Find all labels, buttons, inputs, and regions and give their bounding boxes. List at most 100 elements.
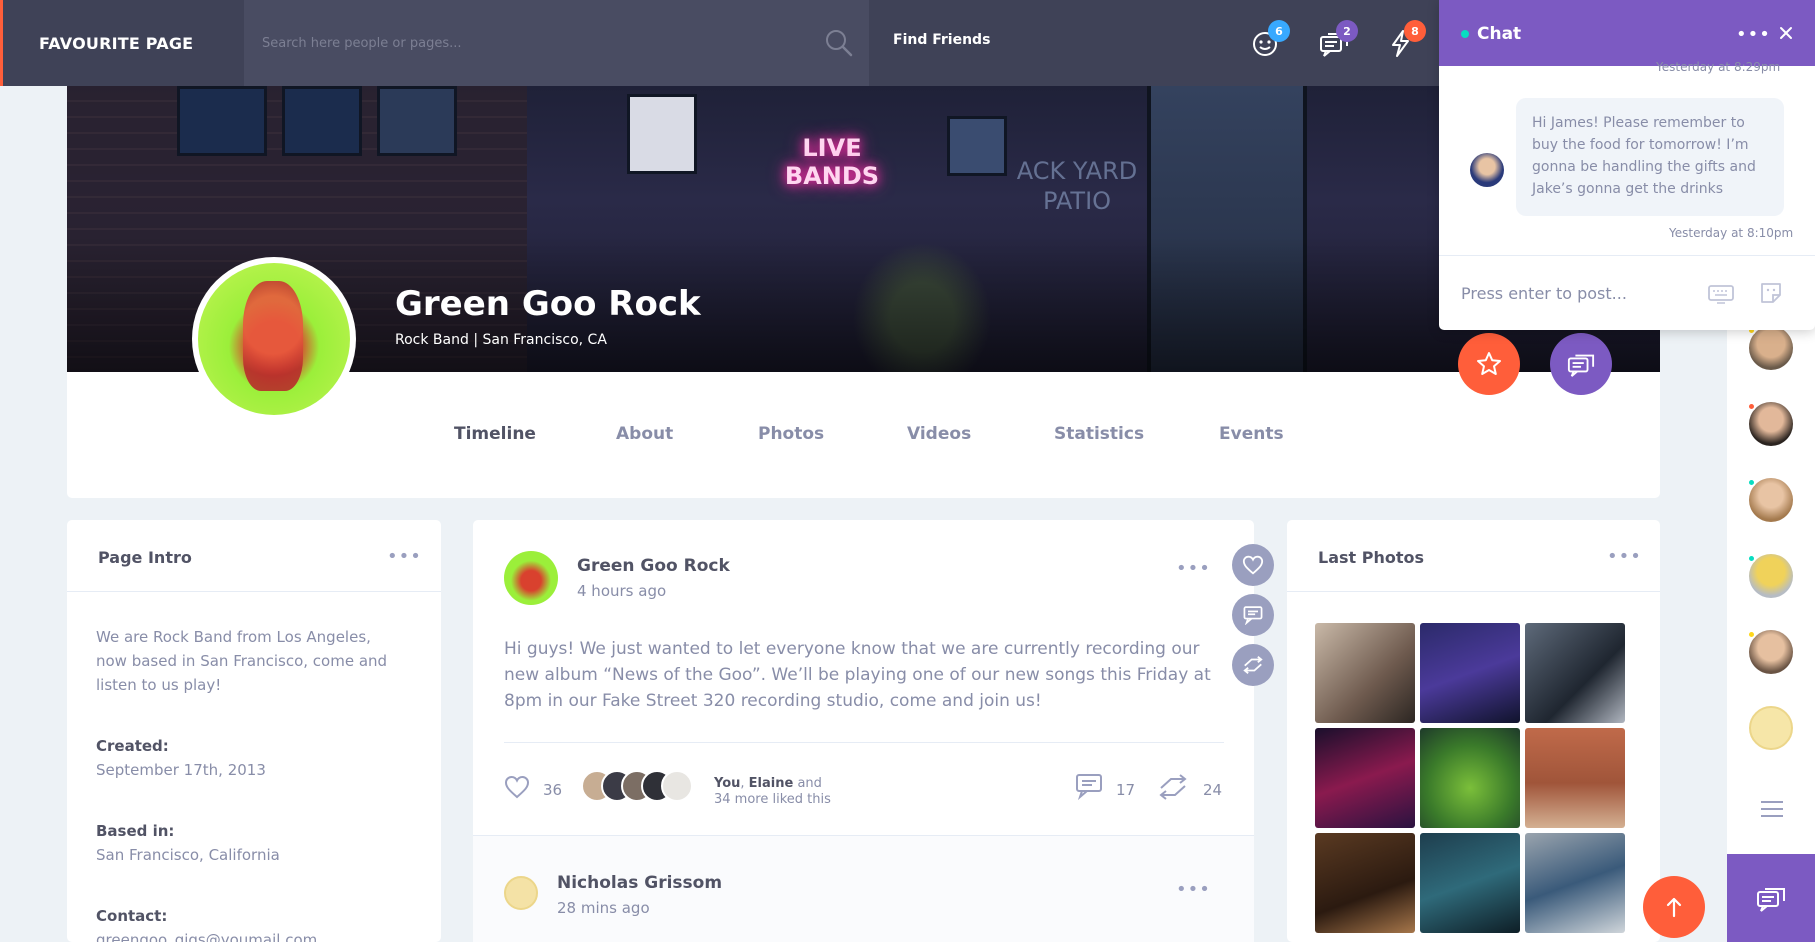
messages-button[interactable]: 2 <box>1318 20 1358 62</box>
comment-side-button[interactable] <box>1232 594 1274 636</box>
back-to-top-button[interactable] <box>1643 876 1705 938</box>
liker-avatar[interactable] <box>661 770 693 802</box>
photo-thumbnail[interactable] <box>1420 728 1520 828</box>
settings-lines-icon[interactable] <box>1759 798 1785 820</box>
page-title: FAVOURITE PAGE <box>0 0 244 86</box>
page-intro-card: Page Intro ••• We are Rock Band from Los… <box>67 520 441 942</box>
divider <box>504 742 1224 743</box>
photo-thumbnail[interactable] <box>1315 728 1415 828</box>
patio-sign: ACK YARD PATIO <box>1016 157 1138 215</box>
notifications-button[interactable]: 8 <box>1386 20 1426 62</box>
favourite-button[interactable] <box>1458 333 1520 395</box>
friend-avatar[interactable] <box>1747 402 1793 446</box>
friend-requests-button[interactable]: 6 <box>1250 20 1290 62</box>
open-chat-button[interactable] <box>1727 854 1815 942</box>
chat-input-area <box>1439 255 1815 330</box>
chat-message: Hi James! Please remember to buy the foo… <box>1516 98 1784 216</box>
contact-value[interactable]: greengoo_gigs@youmail.com <box>96 928 406 942</box>
status-indicator <box>1747 630 1756 639</box>
messages-badge: 2 <box>1336 20 1358 42</box>
shares-count: 24 <box>1203 781 1223 799</box>
chat-bubbles-icon <box>1567 354 1595 377</box>
like-button[interactable] <box>504 775 530 799</box>
post-time: 4 hours ago <box>577 582 667 600</box>
more-options-icon[interactable]: ••• <box>1176 560 1211 578</box>
profile-subtitle: Rock Band | San Francisco, CA <box>395 332 607 348</box>
friend-avatar[interactable] <box>1747 326 1793 370</box>
comments-count: 17 <box>1116 781 1136 799</box>
heart-icon <box>504 775 530 799</box>
based-in-label: Based in: <box>96 822 175 840</box>
post-card: Green Goo Rock 4 hours ago ••• Hi guys! … <box>473 520 1254 942</box>
photo-thumbnail[interactable] <box>1420 623 1520 723</box>
avatar[interactable] <box>504 876 538 910</box>
find-friends-link[interactable]: Find Friends <box>893 32 990 48</box>
based-in-value: San Francisco, California <box>96 846 280 864</box>
photo-thumbnail[interactable] <box>1525 623 1625 723</box>
share-arrows-icon <box>1159 774 1187 800</box>
status-indicator <box>1747 554 1756 563</box>
friend-requests-badge: 6 <box>1268 20 1290 42</box>
share-side-button[interactable] <box>1232 644 1274 686</box>
contact-label: Contact: <box>96 907 168 925</box>
likes-count: 36 <box>543 781 563 799</box>
photo-thumbnail[interactable] <box>1525 728 1625 828</box>
arrow-up-icon <box>1666 897 1682 918</box>
chat-title: Chat <box>1477 24 1522 44</box>
profile-avatar[interactable] <box>192 257 356 421</box>
share-button[interactable] <box>1157 774 1189 800</box>
avatar[interactable] <box>504 551 558 605</box>
message-time: Yesterday at 8:29pm <box>1656 60 1781 74</box>
more-options-icon[interactable]: ••• <box>1607 548 1642 566</box>
heart-icon <box>1242 555 1264 575</box>
photo-thumbnail[interactable] <box>1525 833 1625 933</box>
star-icon <box>1477 352 1501 375</box>
tab-timeline[interactable]: Timeline <box>454 424 536 444</box>
status-indicator <box>1747 478 1756 487</box>
tab-about[interactable]: About <box>616 424 673 444</box>
post-author[interactable]: Green Goo Rock <box>577 556 730 576</box>
status-indicator <box>1461 30 1469 38</box>
last-photos-card: Last Photos ••• <box>1287 520 1660 942</box>
close-icon[interactable] <box>1777 24 1795 42</box>
search-input[interactable] <box>262 28 822 58</box>
friend-avatar[interactable] <box>1747 630 1793 674</box>
like-side-button[interactable] <box>1232 544 1274 586</box>
comment-icon <box>1243 606 1263 625</box>
message-page-button[interactable] <box>1550 333 1612 395</box>
sticker-icon[interactable] <box>1759 281 1783 305</box>
comment-time: 28 mins ago <box>557 899 650 917</box>
neon-sign: LIVE BANDS <box>784 134 880 190</box>
search-icon[interactable] <box>824 28 854 58</box>
keyboard-icon[interactable] <box>1707 283 1735 305</box>
friend-avatar[interactable] <box>1749 706 1793 750</box>
more-options-icon[interactable]: ••• <box>1736 26 1771 44</box>
search-bar <box>244 0 869 86</box>
photo-thumbnail[interactable] <box>1315 833 1415 933</box>
notifications-badge: 8 <box>1404 20 1426 42</box>
tab-events[interactable]: Events <box>1219 424 1284 444</box>
comment-button[interactable] <box>1074 772 1104 800</box>
more-options-icon[interactable]: ••• <box>1176 881 1211 899</box>
friend-avatar[interactable] <box>1747 554 1793 598</box>
profile-name: Green Goo Rock <box>395 284 701 324</box>
comment-item: Nicholas Grissom 28 mins ago ••• <box>473 835 1254 942</box>
comment-author[interactable]: Nicholas Grissom <box>557 873 722 893</box>
photo-thumbnail[interactable] <box>1420 833 1520 933</box>
intro-description: We are Rock Band from Los Angeles, now b… <box>96 628 388 694</box>
post-text: Hi guys! We just wanted to let everyone … <box>504 639 1211 711</box>
chat-header: Chat ••• <box>1439 0 1815 66</box>
tab-photos[interactable]: Photos <box>758 424 824 444</box>
chat-input[interactable] <box>1461 278 1691 308</box>
comment-icon <box>1076 774 1102 800</box>
card-title: Page Intro <box>98 548 192 567</box>
more-options-icon[interactable]: ••• <box>387 548 422 566</box>
avatar[interactable] <box>1470 153 1504 187</box>
tab-statistics[interactable]: Statistics <box>1054 424 1144 444</box>
liked-by-text: You, Elaine and 34 more liked this <box>714 776 831 807</box>
created-value: September 17th, 2013 <box>96 761 266 779</box>
photo-thumbnail[interactable] <box>1315 623 1415 723</box>
friend-avatar[interactable] <box>1747 478 1793 522</box>
share-arrows-icon <box>1243 656 1263 674</box>
tab-videos[interactable]: Videos <box>907 424 971 444</box>
